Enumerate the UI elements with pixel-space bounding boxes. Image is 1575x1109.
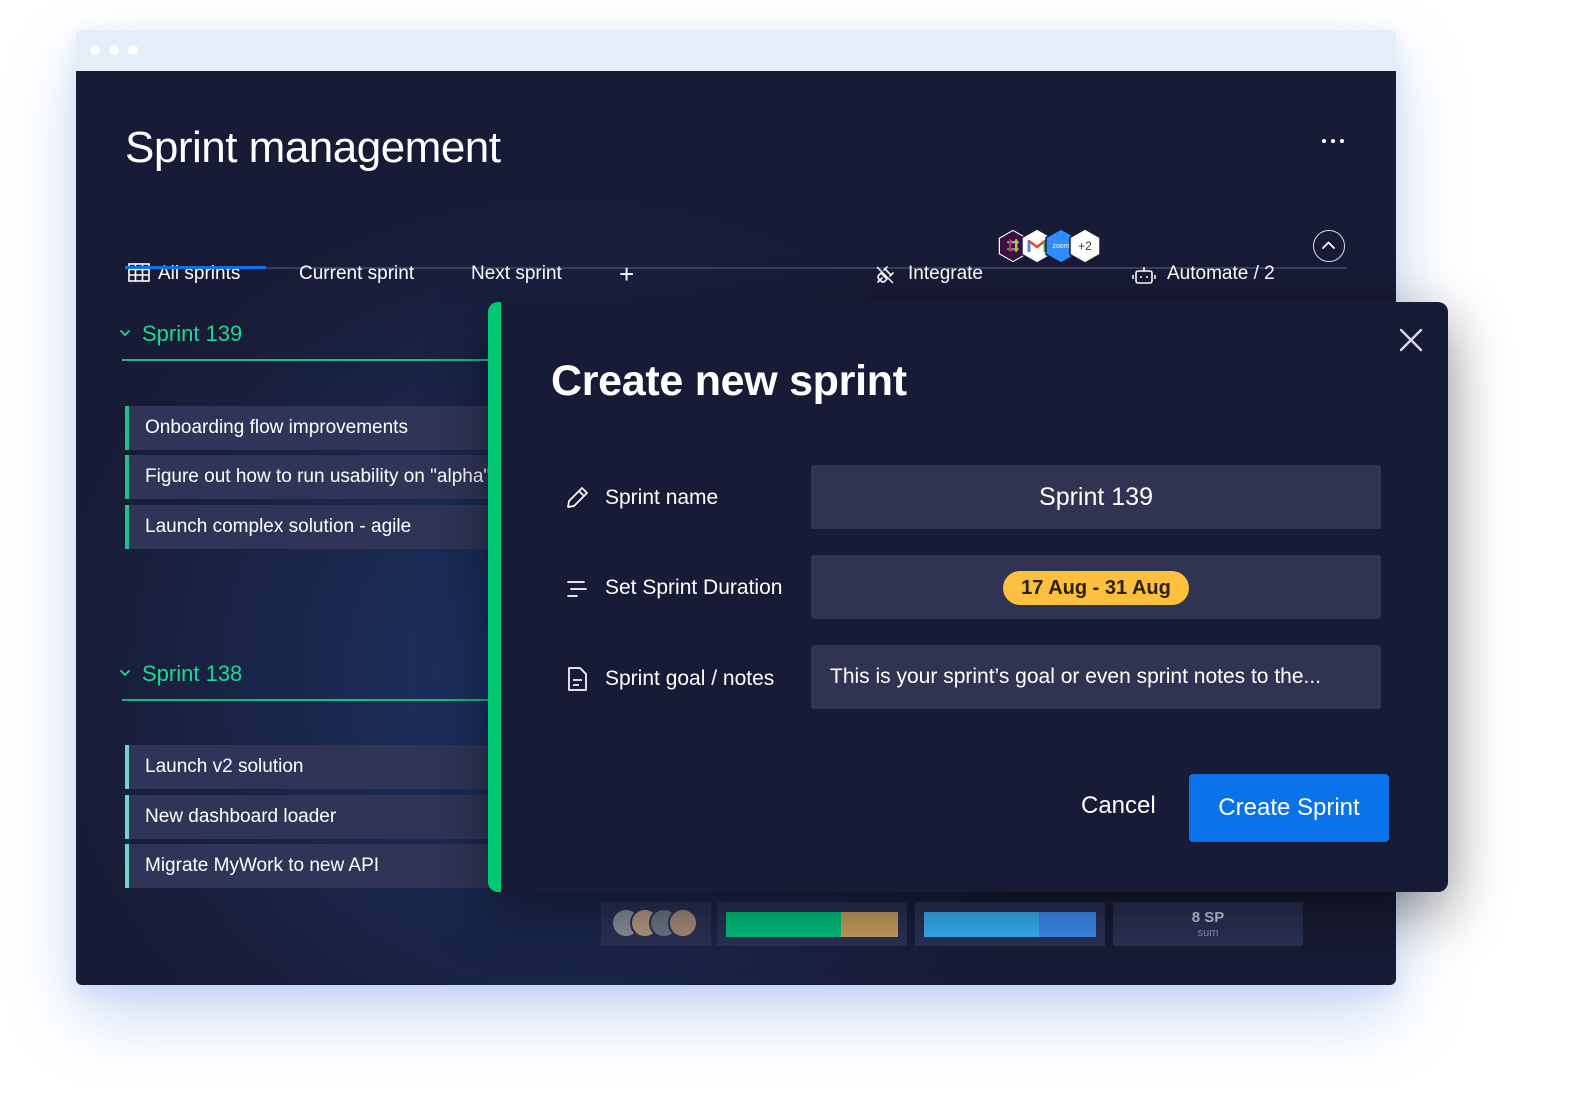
story-points-value: 8 SP [1191, 909, 1225, 926]
list-item[interactable]: New dashboard loader [125, 795, 493, 839]
item-title: Onboarding flow improvements [145, 417, 408, 438]
list-item[interactable]: Onboarding flow improvements [125, 406, 493, 450]
list-item[interactable]: Launch v2 solution [125, 745, 493, 789]
collapse-button[interactable] [1313, 230, 1345, 262]
chevron-up-icon [1322, 241, 1335, 249]
dialog-title: Create new sprint [551, 357, 907, 405]
create-sprint-button[interactable]: Create Sprint [1189, 774, 1389, 842]
more-integrations-badge[interactable]: +2 [1068, 228, 1102, 264]
cancel-button[interactable]: Cancel [1081, 792, 1156, 820]
active-tab-indicator [125, 266, 266, 269]
date-range-pill[interactable]: 17 Aug - 31 Aug [1003, 571, 1189, 605]
close-icon[interactable] [1398, 327, 1424, 353]
item-title: New dashboard loader [145, 806, 337, 827]
status-summary-cell[interactable] [915, 902, 1105, 946]
group-title-sprint-139[interactable]: Sprint 139 [142, 321, 242, 347]
group-divider [122, 359, 492, 361]
sprint-goal-value: This is your sprint’s goal or even sprin… [830, 665, 1322, 688]
list-item[interactable]: Migrate MyWork to new API [125, 844, 493, 888]
sprint-name-label: Sprint name [605, 486, 719, 509]
story-points-summary-cell[interactable]: 8 SP sum [1113, 902, 1303, 946]
create-sprint-label: Create Sprint [1218, 794, 1360, 821]
tab-current-sprint[interactable]: Current sprint [299, 263, 414, 285]
add-tab-button[interactable]: + [619, 261, 634, 287]
window-control-dot[interactable] [109, 45, 119, 55]
group-title-sprint-138[interactable]: Sprint 138 [142, 661, 242, 687]
sprint-name-value: Sprint 139 [1039, 483, 1153, 511]
document-icon [568, 667, 587, 691]
sprint-duration-label: Set Sprint Duration [605, 576, 783, 599]
more-integrations-count: +2 [1078, 239, 1092, 253]
item-title: Launch complex solution - agile [145, 516, 412, 537]
chevron-down-icon[interactable] [118, 666, 132, 680]
sprint-duration-picker[interactable]: 17 Aug - 31 Aug [811, 555, 1381, 619]
tab-next-sprint[interactable]: Next sprint [471, 263, 562, 285]
list-item[interactable]: Figure out how to run usability on "alph… [125, 455, 493, 499]
sprint-name-input[interactable]: Sprint 139 [811, 465, 1381, 529]
status-bar-segment [924, 912, 1039, 937]
group-divider [122, 699, 492, 701]
people-summary-cell[interactable] [601, 902, 711, 946]
status-summary-cell[interactable] [717, 902, 907, 946]
item-title: Figure out how to run usability on "alph… [145, 466, 491, 487]
create-sprint-dialog: Create new sprint Sprint name Sprint 139… [488, 302, 1448, 892]
item-title: Launch v2 solution [145, 756, 304, 777]
status-bar-segment [841, 912, 898, 937]
sprint-goal-input[interactable]: This is your sprint’s goal or even sprin… [811, 645, 1381, 709]
page-title: Sprint management [125, 123, 501, 172]
story-points-sub: sum [1197, 927, 1219, 939]
window-control-dot[interactable] [90, 45, 100, 55]
window-titlebar [76, 30, 1396, 71]
automate-button[interactable]: Automate / 2 [1167, 263, 1275, 285]
pencil-icon [567, 487, 588, 508]
robot-icon [1132, 267, 1156, 284]
item-title: Migrate MyWork to new API [145, 855, 380, 876]
integrate-button[interactable]: Integrate [908, 263, 983, 285]
status-bar-segment [1039, 912, 1096, 937]
avatar [668, 908, 698, 938]
plug-icon [876, 266, 894, 284]
window-control-dot[interactable] [128, 45, 138, 55]
duration-lines-icon [567, 581, 587, 597]
sprint-goal-label: Sprint goal / notes [605, 667, 775, 690]
date-range-value: 17 Aug - 31 Aug [1021, 577, 1171, 599]
status-bar-segment [726, 912, 841, 937]
more-horizontal-icon[interactable] [1320, 131, 1346, 151]
list-item[interactable]: Launch complex solution - agile [125, 505, 493, 549]
chevron-down-icon[interactable] [118, 326, 132, 340]
